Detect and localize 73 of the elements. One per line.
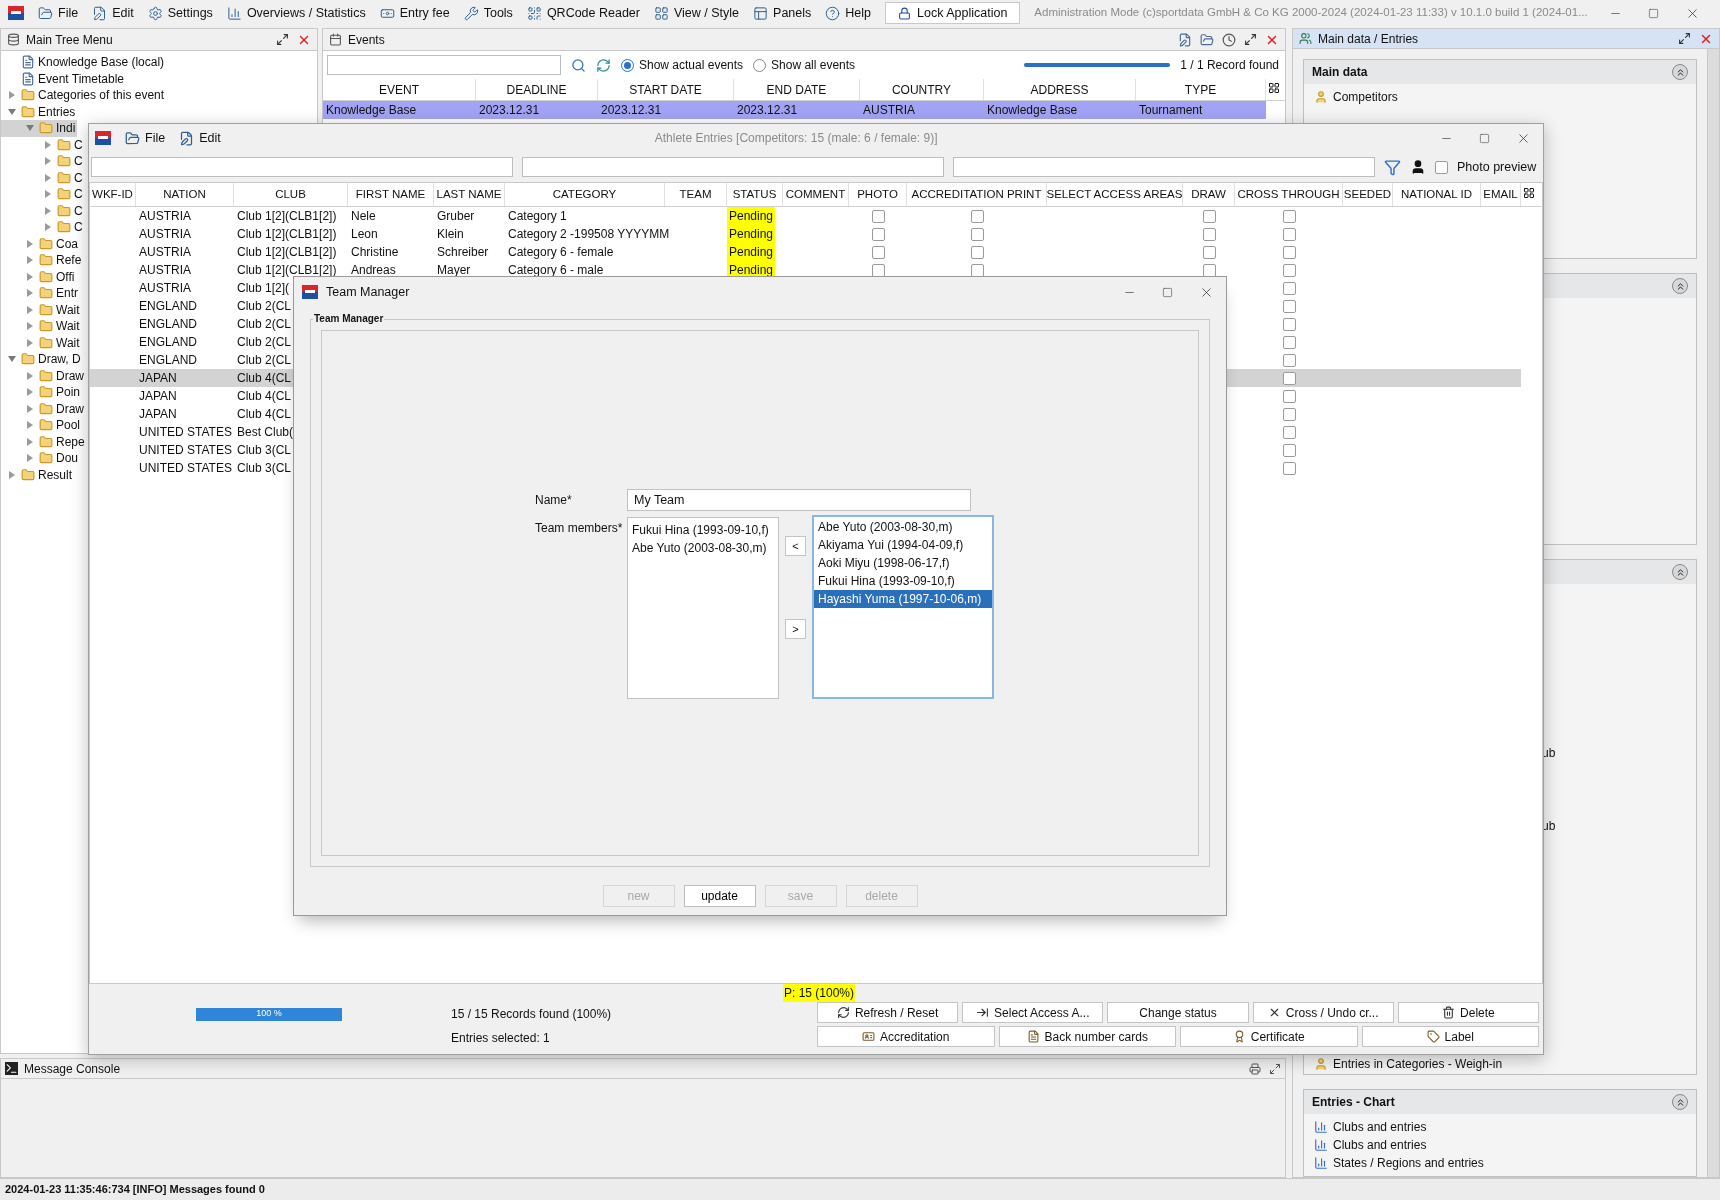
table-cell-text: UNITED STATES — [138, 442, 232, 459]
table-cell-text: Category 6 - male — [507, 262, 604, 279]
table-cell-text: Gruber — [436, 208, 475, 225]
table-cell-text: Category 2 -199508 YYYYMM — [507, 226, 670, 243]
progress-label: 100 % — [256, 1007, 282, 1021]
table-cell-text: Club 4(CL — [236, 388, 292, 405]
table-cell-text: Nele — [350, 208, 376, 225]
panel-title: Main Tree Menu — [26, 31, 113, 49]
section-title: Main data — [1312, 64, 1368, 81]
table-cell-text: Club 2(CL — [236, 316, 292, 333]
table-cell-text: UNITED STATES — [138, 424, 232, 441]
table-cell-text: JAPAN — [138, 406, 177, 423]
field-label: Team members* — [535, 520, 624, 537]
table-cell-text: 2023.12.31 — [600, 102, 663, 119]
record-count: 1 / 1 Record found — [1180, 57, 1280, 74]
table-cell-text: 2023.12.31 — [736, 102, 799, 119]
table-cell-text: Club 1[2](CLB1[2]) — [236, 208, 337, 225]
table-cell-text: Club 1[2](CLB1[2]) — [236, 226, 337, 243]
field-label: Name* — [535, 492, 573, 509]
table-cell-text: AUSTRIA — [862, 102, 916, 119]
panel-title: Events — [348, 31, 385, 49]
panel-title: Main data / Entries — [1318, 30, 1419, 48]
table-cell-text: Mayer — [436, 262, 471, 279]
table-cell-text: Club 2(CL — [236, 298, 292, 315]
table-cell-text: AUSTRIA — [138, 244, 191, 261]
table-cell-text: Club 3(CL — [236, 460, 292, 477]
table-cell-text: UNITED STATES — [138, 460, 232, 477]
status-bar-text: 2024-01-23 11:35:46:734 [INFO] Messages found 0 — [5, 1182, 265, 1198]
table-cell-text: Andreas — [350, 262, 396, 279]
window-title: Administration Mode (c)sportdata GmbH & Co KG 2000-2024 (2024-01-23 11:33) v 10.1.0 build 1 (2024-01... — [1034, 5, 1588, 21]
table-cell-text: Schreiber — [436, 244, 489, 261]
table-cell-text: Leon — [350, 226, 378, 243]
table-cell-text: AUSTRIA — [138, 262, 191, 279]
status-label: Pending — [727, 207, 775, 225]
table-cell-text: ENGLAND — [138, 352, 197, 369]
table-cell-text: 2023.12.31 — [478, 102, 541, 119]
entries-selected: Entries selected: 1 — [451, 1030, 550, 1047]
table-cell-text: Klein — [436, 226, 464, 243]
checkbox-label: Photo preview — [1457, 158, 1537, 176]
window-title: Athlete Entries [Competitors: 15 (male: 6 / female: 9)] — [654, 130, 938, 147]
table-cell-text: ENGLAND — [138, 334, 197, 351]
radio-label: Show actual events — [639, 57, 744, 74]
table-cell-text: Christine — [350, 244, 399, 261]
percent-label: P: 15 (100%) — [783, 984, 856, 1002]
table-cell-text: Club 4(CL — [236, 370, 292, 387]
table-cell-text: JAPAN — [138, 388, 177, 405]
radio-label: Show all events — [771, 57, 856, 74]
table-cell-text: Club 2(CL — [236, 334, 292, 351]
table-cell-text: Club 2(CL — [236, 352, 292, 369]
table-cell-text: AUSTRIA — [138, 226, 191, 243]
table-cell-text: AUSTRIA — [138, 280, 191, 297]
records-found: 15 / 15 Records found (100%) — [451, 1006, 612, 1023]
table-cell-text: Best Club( — [236, 424, 294, 441]
table-cell-text: Knowledge Base — [325, 102, 418, 119]
table-cell-text: ENGLAND — [138, 298, 197, 315]
dialog-title: Team Manager — [326, 283, 410, 301]
table-cell-text: Club 1[2](CLB1[2]) — [236, 244, 337, 261]
group-label: Team Manager — [313, 311, 385, 326]
status-label: Pending — [727, 225, 775, 243]
table-cell-text: Club 4(CL — [236, 406, 292, 423]
table-cell-text: Club 1[2](CLB1[2]) — [236, 262, 337, 279]
table-cell-text: Club 1[2]( — [236, 280, 290, 297]
table-cell-text: ENGLAND — [138, 316, 197, 333]
table-cell-text: Club 3(CL — [236, 442, 292, 459]
table-cell-text: JAPAN — [138, 370, 177, 387]
panel-title: Message Console — [24, 1060, 121, 1078]
table-cell-text: Category 1 — [507, 208, 567, 225]
table-cell-text: AUSTRIA — [138, 208, 191, 225]
table-cell-text: Category 6 - female — [507, 244, 614, 261]
table-cell-text: Tournament — [1138, 102, 1204, 119]
table-cell-text: Knowledge Base — [986, 102, 1079, 119]
status-label: Pending — [727, 243, 775, 261]
section-title: Entries - Chart — [1312, 1094, 1395, 1111]
